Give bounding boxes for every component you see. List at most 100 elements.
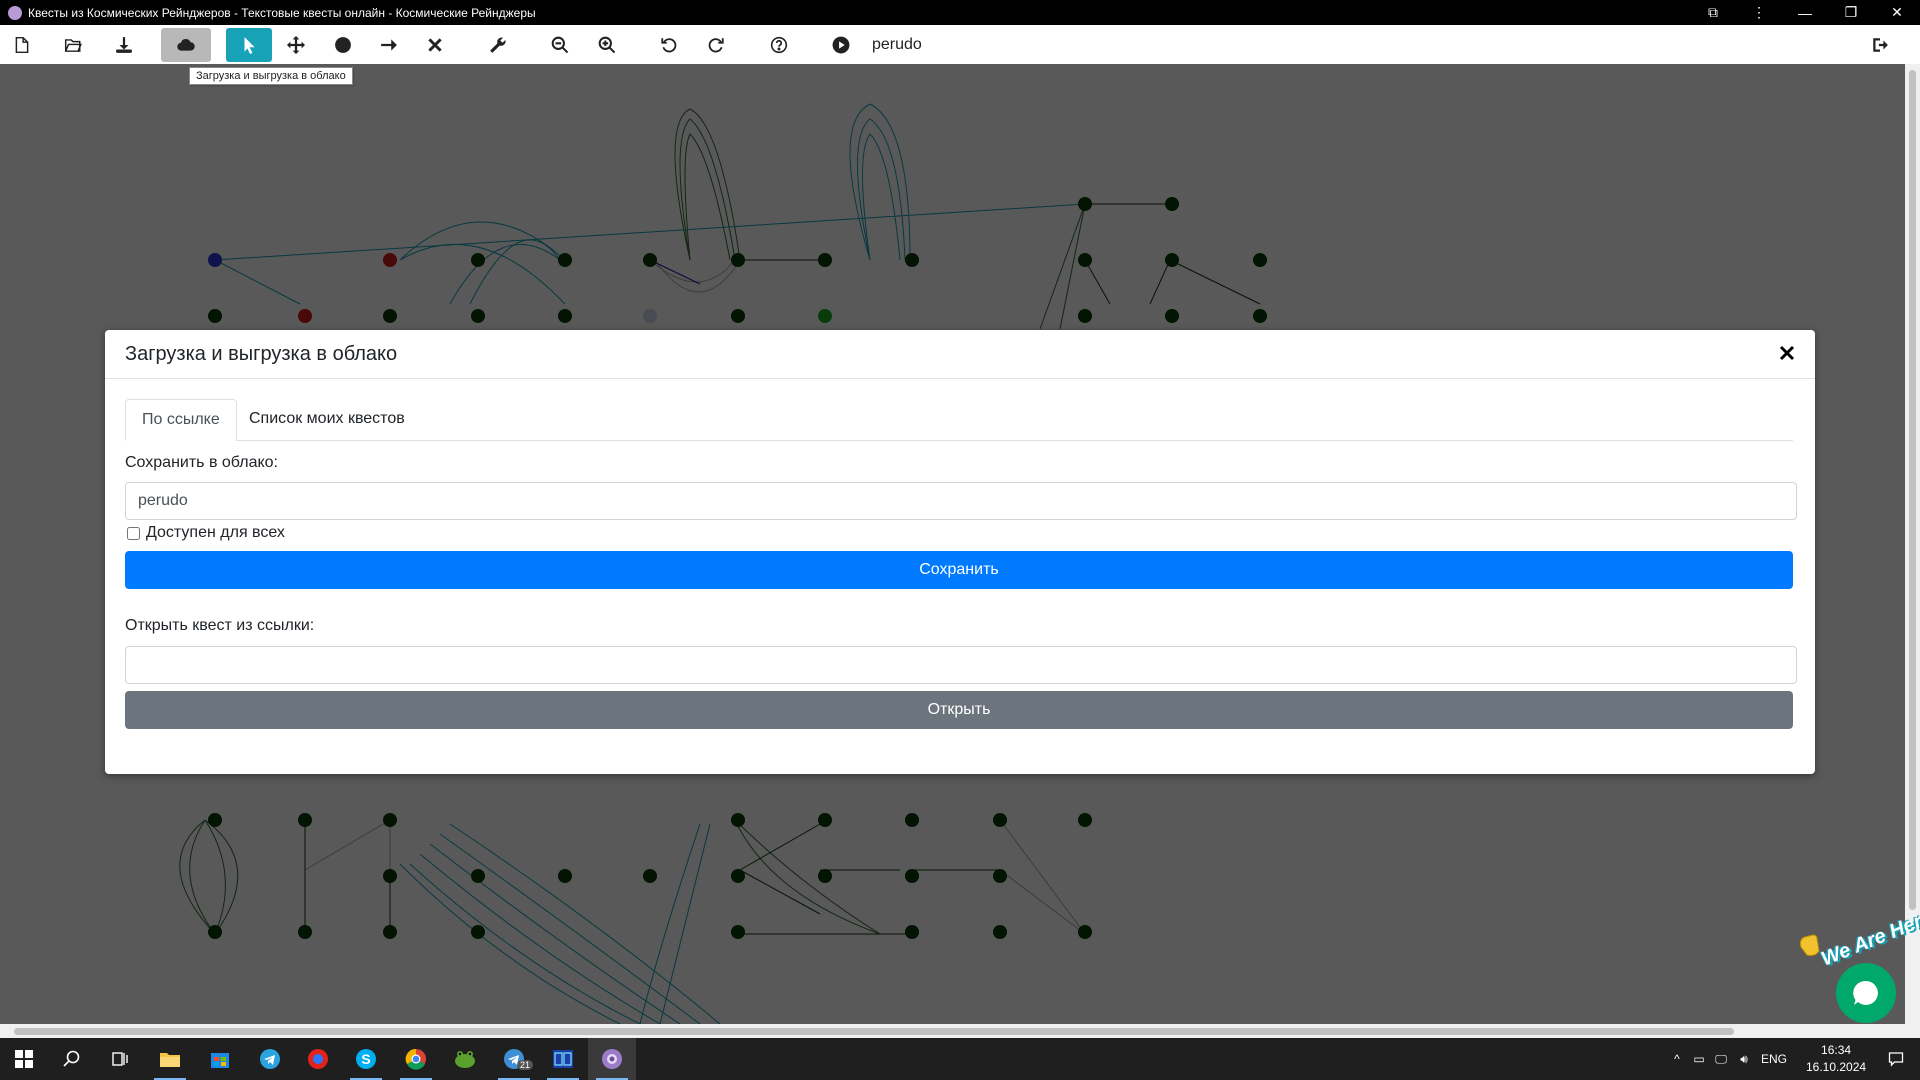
open-folder-icon [64, 39, 82, 52]
redo-button[interactable] [694, 28, 738, 62]
cloud-modal: Загрузка и выгрузка в облако По ссылке С… [105, 330, 1815, 774]
clock-time: 16:34 [1821, 1043, 1852, 1057]
close-icon [1779, 345, 1795, 361]
settings-button[interactable] [476, 28, 520, 62]
public-checkbox[interactable] [127, 526, 140, 540]
window-title: Квесты из Космических Рейнджеров - Текст… [28, 5, 536, 20]
far-manager-icon [553, 1050, 573, 1068]
window-titlebar: Квесты из Космических Рейнджеров - Текст… [0, 0, 1920, 25]
more-options-icon[interactable]: ⋮ [1736, 0, 1782, 25]
close-window-button[interactable]: ✕ [1874, 0, 1920, 25]
move-tool-button[interactable] [274, 28, 318, 62]
modal-close-button[interactable] [1779, 341, 1795, 367]
horizontal-scrollbar-thumb[interactable] [14, 1028, 1734, 1035]
delete-tool-button[interactable] [413, 28, 457, 62]
taskbar-yandex[interactable] [294, 1038, 342, 1080]
download-button[interactable] [102, 28, 146, 62]
task-view-button[interactable] [96, 1038, 144, 1080]
frog-app-icon [455, 1051, 475, 1068]
taskbar-telegram[interactable] [246, 1038, 294, 1080]
tray-expand-icon[interactable]: ^ [1666, 1052, 1688, 1066]
taskbar-skype[interactable]: S [342, 1038, 390, 1080]
delete-icon [428, 38, 442, 52]
open-file-button[interactable] [51, 28, 95, 62]
extensions-icon[interactable]: ⧉ [1690, 0, 1736, 25]
play-button[interactable] [819, 28, 863, 62]
undo-button[interactable] [647, 28, 691, 62]
maximize-button[interactable]: ❐ [1828, 0, 1874, 25]
taskbar-file-explorer[interactable] [146, 1038, 194, 1080]
telegram-unread-badge: 21 [517, 1060, 534, 1070]
open-link-input[interactable] [125, 646, 1797, 684]
cloud-tooltip: Загрузка и выгрузка в облако [189, 67, 353, 85]
save-to-cloud-label: Сохранить в облако: [125, 454, 278, 471]
system-tray: ^ ▭ 🖵 🔊︎ ENG [1666, 1038, 1792, 1080]
vertical-scrollbar[interactable] [1905, 64, 1920, 1024]
horizontal-scrollbar[interactable] [0, 1024, 1920, 1038]
modal-tabs: По ссылке Список моих квестов [125, 399, 1793, 441]
windows-taskbar: S 21 ^ ▭ 🖵 🔊︎ ENG 16:34 16.10.2024 [0, 1038, 1920, 1080]
network-icon[interactable]: 🖵 [1710, 1052, 1732, 1067]
chrome-icon [405, 1048, 426, 1070]
quest-name-label: perudo [872, 36, 922, 53]
new-file-button[interactable] [0, 28, 44, 62]
skype-icon: S [356, 1049, 376, 1069]
chat-icon [1853, 980, 1878, 1005]
move-icon [287, 36, 305, 54]
zoom-in-button[interactable] [585, 28, 629, 62]
download-icon [116, 37, 132, 53]
select-tool-button[interactable] [226, 28, 272, 62]
taskbar-frog-app[interactable] [441, 1038, 489, 1080]
exit-button[interactable] [1858, 28, 1902, 62]
vertical-scrollbar-thumb[interactable] [1909, 70, 1916, 910]
new-file-icon [15, 36, 29, 54]
minimize-button[interactable]: — [1782, 0, 1828, 25]
cloud-icon [177, 39, 195, 51]
zoom-out-icon [551, 36, 569, 54]
public-checkbox-label: Доступен для всех [146, 524, 285, 541]
add-location-icon [335, 37, 351, 53]
search-icon [63, 1050, 80, 1067]
telegram-icon [260, 1049, 280, 1069]
play-icon [832, 36, 850, 54]
add-jump-icon [381, 39, 397, 51]
taskbar-far-manager[interactable] [539, 1038, 587, 1080]
tab-my-quests[interactable]: Список моих квестов [233, 399, 421, 439]
exit-icon [1873, 38, 1888, 52]
space-rangers-icon [602, 1049, 622, 1069]
clock[interactable]: 16:34 16.10.2024 [1806, 1042, 1866, 1076]
start-icon [15, 1050, 33, 1068]
taskbar-space-rangers[interactable] [588, 1038, 636, 1080]
app-icon [8, 5, 22, 20]
taskbar-store[interactable] [196, 1038, 244, 1080]
redo-icon [708, 38, 724, 53]
store-icon [211, 1053, 229, 1068]
volume-icon[interactable]: 🔊︎ [1732, 1052, 1756, 1067]
open-button[interactable]: Открыть [125, 691, 1793, 729]
modal-title: Загрузка и выгрузка в облако [125, 342, 398, 365]
add-location-button[interactable] [321, 28, 365, 62]
save-button[interactable]: Сохранить [125, 551, 1793, 589]
notifications-button[interactable] [1876, 1038, 1916, 1080]
language-indicator[interactable]: ENG [1756, 1052, 1792, 1066]
start-button[interactable] [0, 1038, 48, 1080]
taskbar-chrome[interactable] [392, 1038, 440, 1080]
file-explorer-icon [160, 1053, 180, 1067]
meet-now-icon[interactable]: ▭ [1688, 1052, 1710, 1066]
chat-button[interactable] [1836, 963, 1896, 1023]
help-button[interactable] [757, 28, 801, 62]
search-button[interactable] [48, 1038, 96, 1080]
help-icon [770, 36, 788, 54]
clock-date: 16.10.2024 [1806, 1060, 1867, 1074]
public-checkbox-row[interactable]: Доступен для всех [127, 524, 285, 542]
cloud-button[interactable] [161, 28, 211, 62]
zoom-out-button[interactable] [538, 28, 582, 62]
select-cursor-icon [244, 37, 255, 54]
taskbar-telegram-desktop[interactable]: 21 [490, 1038, 538, 1080]
save-name-input[interactable] [125, 482, 1797, 520]
zoom-in-icon [598, 36, 616, 54]
editor-toolbar: perudo [0, 25, 1920, 65]
tab-by-link[interactable]: По ссылке [125, 399, 237, 441]
add-jump-button[interactable] [367, 28, 411, 62]
wrench-icon [490, 37, 506, 53]
